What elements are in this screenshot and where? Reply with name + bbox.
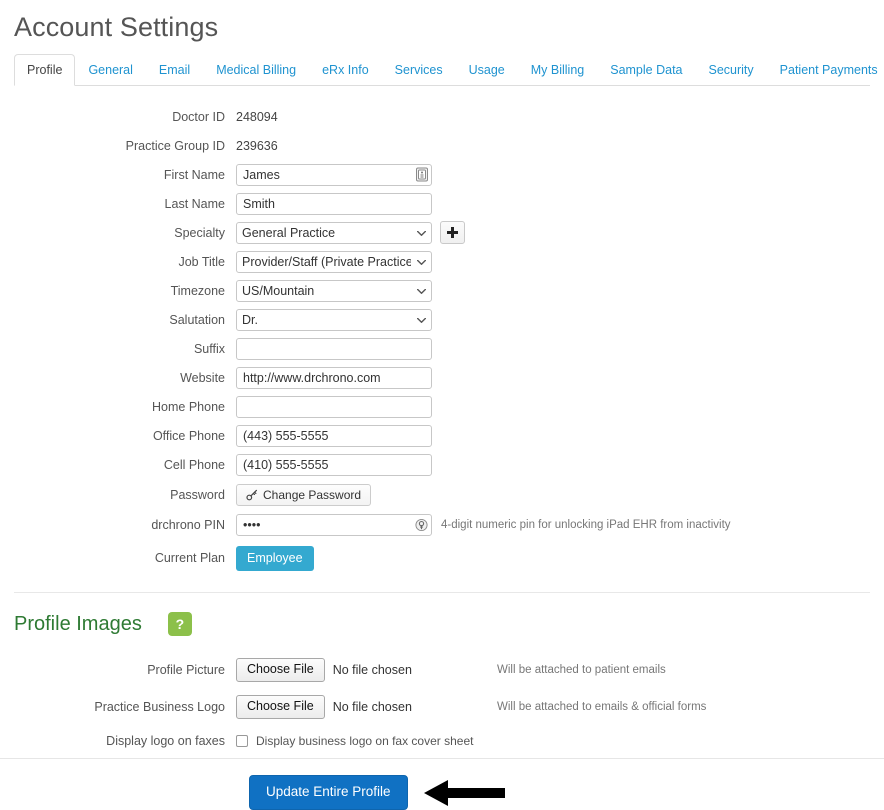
practice-business-logo-note: Will be attached to emails & official fo… [497, 701, 707, 713]
row-current-plan: Current Plan Employee [0, 540, 884, 576]
label-practice-group-id: Practice Group ID [125, 138, 225, 153]
job-title-select-value: Provider/Staff (Private Practice) [242, 254, 411, 269]
tab-sample-data[interactable]: Sample Data [597, 54, 695, 86]
specialty-select-value: General Practice [242, 225, 336, 240]
row-doctor-id: Doctor ID 248094 [0, 102, 884, 131]
label-office-phone: Office Phone [152, 428, 225, 443]
account-settings-page: Account Settings Profile General Email M… [0, 0, 884, 810]
practice-business-logo-file-status: No file chosen [332, 700, 412, 714]
update-entire-profile-button[interactable]: Update Entire Profile [249, 775, 408, 810]
chevron-down-icon [417, 317, 426, 323]
practice-business-logo-choose-file-button[interactable]: Choose File [236, 695, 325, 719]
suffix-input[interactable] [236, 337, 432, 360]
label-cell-phone: Cell Phone [163, 457, 225, 472]
page-title: Account Settings [14, 12, 219, 42]
row-specialty: Specialty General Practice [0, 218, 884, 247]
label-job-title: Job Title [178, 254, 225, 269]
row-password: Password Change Password [0, 479, 884, 510]
row-last-name: Last Name [0, 189, 884, 218]
display-logo-checkbox[interactable] [236, 735, 248, 747]
tab-general[interactable]: General [75, 54, 145, 86]
submit-row: Update Entire Profile [0, 775, 884, 810]
label-home-phone: Home Phone [152, 399, 225, 414]
row-first-name: First Name [0, 160, 884, 189]
row-home-phone: Home Phone [0, 392, 884, 421]
label-profile-picture: Profile Picture [147, 663, 225, 677]
left-pointing-arrow-annotation [423, 779, 505, 806]
row-office-phone: Office Phone [0, 421, 884, 450]
chevron-down-icon [417, 230, 426, 236]
label-drchrono-pin: drchrono PIN [151, 518, 225, 532]
label-suffix: Suffix [193, 341, 225, 356]
label-timezone: Timezone [170, 283, 225, 298]
help-icon[interactable]: ? [167, 612, 192, 636]
drchrono-pin-hint: 4-digit numeric pin for unlocking iPad E… [441, 519, 731, 531]
tab-security[interactable]: Security [696, 54, 767, 86]
profile-images-form: Profile Picture Choose File No file chos… [0, 655, 884, 752]
timezone-select[interactable]: US/Mountain [236, 279, 432, 302]
tab-medical-billing[interactable]: Medical Billing [203, 54, 309, 86]
home-phone-input[interactable] [236, 395, 432, 418]
website-input[interactable] [236, 366, 432, 389]
profile-picture-file-status: No file chosen [332, 663, 412, 677]
last-name-input[interactable] [236, 192, 432, 215]
tab-usage[interactable]: Usage [456, 54, 518, 86]
label-doctor-id: Doctor ID [172, 109, 225, 124]
tab-email[interactable]: Email [146, 54, 203, 86]
change-password-button-label: Change Password [263, 487, 362, 502]
row-drchrono-pin: drchrono PIN 4-digit numeric pin for unl… [0, 510, 884, 540]
tab-erx-info[interactable]: eRx Info [309, 54, 382, 86]
label-password: Password [170, 487, 225, 502]
tab-profile[interactable]: Profile [14, 54, 76, 86]
row-job-title: Job Title Provider/Staff (Private Practi… [0, 247, 884, 276]
first-name-input[interactable] [236, 163, 432, 186]
row-timezone: Timezone US/Mountain [0, 276, 884, 305]
profile-images-title: Profile Images [14, 613, 142, 635]
timezone-select-value: US/Mountain [242, 283, 315, 298]
add-specialty-button[interactable] [440, 221, 465, 244]
salutation-select-value: Dr. [242, 312, 258, 327]
job-title-select[interactable]: Provider/Staff (Private Practice) [236, 250, 432, 273]
row-suffix: Suffix [0, 334, 884, 363]
value-practice-group-id: 239636 [236, 138, 278, 153]
row-salutation: Salutation Dr. [0, 305, 884, 334]
current-plan-badge[interactable]: Employee [236, 545, 314, 571]
drchrono-pin-input[interactable] [236, 514, 432, 536]
tab-patient-payments[interactable]: Patient Payments [767, 54, 884, 86]
label-display-logo-on-faxes: Display logo on faxes [106, 734, 225, 748]
row-website: Website [0, 363, 884, 392]
label-practice-business-logo: Practice Business Logo [94, 700, 225, 714]
row-profile-picture: Profile Picture Choose File No file chos… [0, 655, 884, 685]
value-doctor-id: 248094 [236, 109, 278, 124]
display-logo-checkbox-label: Display business logo on fax cover sheet [256, 734, 474, 748]
settings-tabs: Profile General Email Medical Billing eR… [14, 54, 878, 86]
tab-my-billing[interactable]: My Billing [518, 54, 598, 86]
row-cell-phone: Cell Phone [0, 450, 884, 479]
salutation-select[interactable]: Dr. [236, 308, 432, 331]
profile-images-header: Profile Images ? [0, 593, 884, 637]
label-first-name: First Name [163, 167, 225, 182]
label-last-name: Last Name [164, 196, 225, 211]
row-practice-group-id: Practice Group ID 239636 [0, 131, 884, 160]
key-icon [246, 489, 258, 501]
specialty-select[interactable]: General Practice [236, 221, 432, 244]
chevron-down-icon [417, 259, 426, 265]
plus-icon [447, 227, 458, 238]
profile-picture-choose-file-button[interactable]: Choose File [236, 658, 325, 682]
change-password-button[interactable]: Change Password [236, 483, 372, 506]
label-specialty: Specialty [174, 225, 225, 240]
label-website: Website [180, 370, 225, 385]
tab-services[interactable]: Services [382, 54, 456, 86]
label-current-plan: Current Plan [154, 551, 225, 565]
office-phone-input[interactable] [236, 424, 432, 447]
row-display-logo-on-faxes: Display logo on faxes Display business l… [0, 730, 884, 752]
profile-form: Doctor ID 248094 Practice Group ID 23963… [0, 102, 884, 576]
profile-picture-note: Will be attached to patient emails [497, 664, 666, 676]
label-salutation: Salutation [169, 312, 225, 327]
chevron-down-icon [417, 288, 426, 294]
cell-phone-input[interactable] [236, 453, 432, 476]
row-practice-business-logo: Practice Business Logo Choose File No fi… [0, 692, 884, 722]
